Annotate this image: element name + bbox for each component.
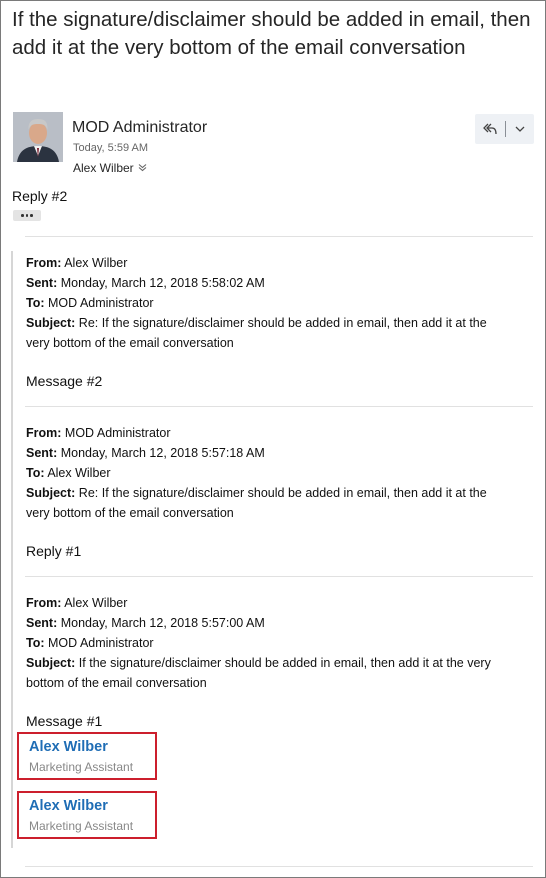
reply-all-button[interactable] xyxy=(475,114,505,144)
quoted-header-3: From: Alex Wilber Sent: Monday, March 12… xyxy=(26,593,531,693)
quoted-from: From: MOD Administrator xyxy=(26,426,171,440)
reply-actions xyxy=(475,114,534,144)
quoted-body-2: Reply #1 xyxy=(26,543,82,559)
signature-block-1: Alex Wilber Marketing Assistant xyxy=(17,732,157,780)
quoted-header-1: From: Alex Wilber Sent: Monday, March 12… xyxy=(26,253,531,353)
recipient-line[interactable]: Alex Wilber xyxy=(73,161,147,175)
ellipsis-dot xyxy=(25,214,29,217)
reply-all-icon xyxy=(483,123,497,135)
quoted-body-1: Message #2 xyxy=(26,373,103,389)
quoted-from: From: Alex Wilber xyxy=(26,256,128,270)
quoted-body-3: Message #1 xyxy=(26,713,103,729)
quoted-subject-cont: very bottom of the email conversation xyxy=(26,506,234,520)
quoted-subject: Subject: Re: If the signature/disclaimer… xyxy=(26,486,487,500)
sender-avatar[interactable] xyxy=(13,112,63,162)
quoted-from: From: Alex Wilber xyxy=(26,596,128,610)
divider xyxy=(25,406,533,407)
signature-block-2: Alex Wilber Marketing Assistant xyxy=(17,791,157,839)
more-reply-options-button[interactable] xyxy=(506,114,534,144)
recipient-name[interactable]: Alex Wilber xyxy=(73,161,134,175)
reading-pane: If the signature/disclaimer should be ad… xyxy=(0,0,546,878)
divider xyxy=(25,866,533,867)
message-body: Reply #2 xyxy=(12,188,68,204)
quoted-subject-cont: bottom of the email conversation xyxy=(26,676,207,690)
quoted-to: To: MOD Administrator xyxy=(26,636,154,650)
quote-bar xyxy=(11,251,13,848)
quoted-sent: Sent: Monday, March 12, 2018 5:57:18 AM xyxy=(26,446,265,460)
person-photo-icon xyxy=(13,112,63,162)
quoted-sent: Sent: Monday, March 12, 2018 5:58:02 AM xyxy=(26,276,265,290)
divider xyxy=(25,576,533,577)
divider xyxy=(25,236,533,237)
sent-time: Today, 5:59 AM xyxy=(73,142,149,154)
signature-title: Marketing Assistant xyxy=(29,760,134,774)
quoted-to: To: MOD Administrator xyxy=(26,296,154,310)
quoted-subject-cont: very bottom of the email conversation xyxy=(26,336,234,350)
quoted-header-2: From: MOD Administrator Sent: Monday, Ma… xyxy=(26,423,531,523)
ellipsis-icon xyxy=(21,214,24,217)
sender-name[interactable]: MOD Administrator xyxy=(72,119,207,137)
show-message-history-button[interactable] xyxy=(13,210,41,221)
signature-title: Marketing Assistant xyxy=(29,819,134,833)
chevron-double-down-icon[interactable] xyxy=(138,163,147,175)
ellipsis-dot xyxy=(30,214,33,217)
quoted-subject: Subject: Re: If the signature/disclaimer… xyxy=(26,316,487,330)
signature-name: Alex Wilber xyxy=(29,739,108,755)
quoted-to: To: Alex Wilber xyxy=(26,466,111,480)
chevron-down-icon xyxy=(515,126,525,132)
signature-name: Alex Wilber xyxy=(29,798,108,814)
email-subject: If the signature/disclaimer should be ad… xyxy=(12,8,531,59)
quoted-sent: Sent: Monday, March 12, 2018 5:57:00 AM xyxy=(26,616,265,630)
quoted-subject: Subject: If the signature/disclaimer sho… xyxy=(26,656,491,670)
